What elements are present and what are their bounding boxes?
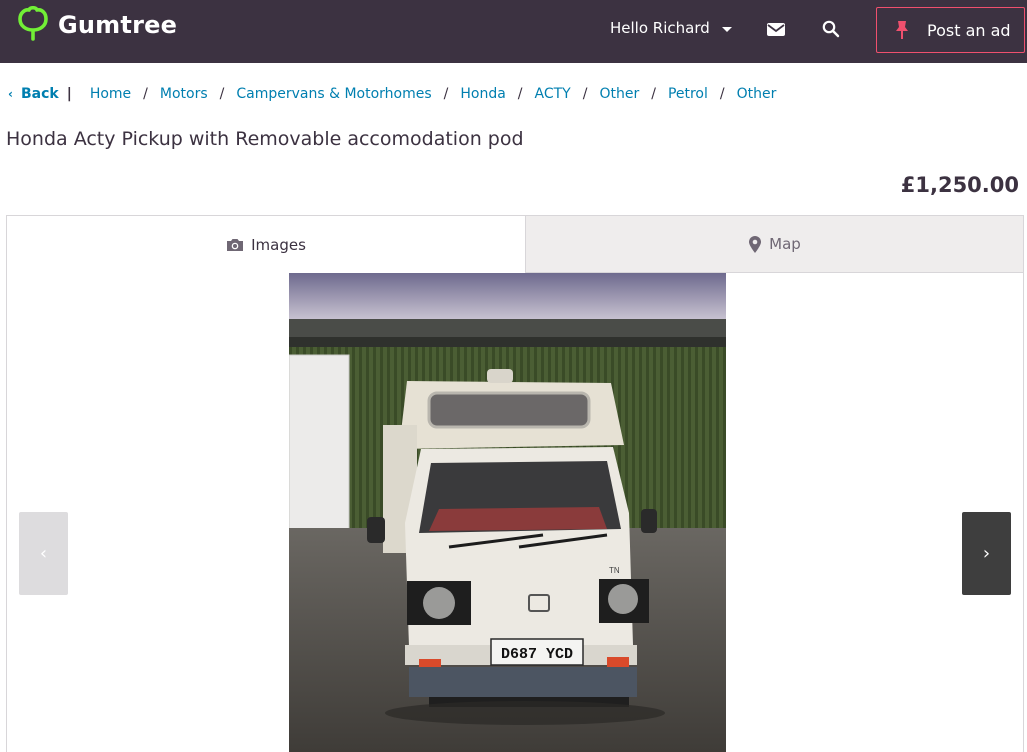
model-badge: TN [609,566,620,575]
breadcrumb-separator: / [719,86,725,102]
breadcrumb-separator: / [219,86,225,102]
chevron-right-icon: › [982,543,991,564]
camera-icon [227,239,244,251]
tab-images[interactable]: Images [6,215,526,274]
listing-title: Honda Acty Pickup with Removable accomod… [6,128,524,150]
breadcrumb-separator: / [651,86,656,102]
media-tabs: Images Map [6,215,1024,274]
listing-price: £1,250.00 [900,173,1019,197]
back-label: Back [20,86,59,102]
post-an-ad-button[interactable]: Post an ad [876,7,1025,53]
messages-icon[interactable] [766,20,786,42]
user-greeting: Hello Richard [610,19,710,37]
image-gallery: TN D687 YCD ‹ › [6,273,1024,752]
breadcrumb-item-petrol[interactable]: Petrol [668,86,708,102]
breadcrumb-item-honda[interactable]: Honda [460,86,505,102]
back-link[interactable]: ‹ Back [8,86,59,102]
tab-images-label: Images [251,236,306,254]
user-menu[interactable]: Hello Richard [610,19,732,37]
map-pin-icon [749,235,762,253]
next-image-button[interactable]: › [962,512,1011,595]
gumtree-logo[interactable]: Gumtree [16,6,177,44]
chevron-left-icon: ‹ [39,543,48,564]
breadcrumb-separator: / [143,86,148,102]
logo-text: Gumtree [58,11,178,39]
top-header: Gumtree Hello Richard Post an ad [0,0,1027,63]
breadcrumb-item-motors[interactable]: Motors [160,86,208,102]
breadcrumb: ‹ Back | Home / Motors / Campervans & Mo… [8,86,776,102]
breadcrumb-item-campervans[interactable]: Campervans & Motorhomes [236,86,431,102]
breadcrumb-item-other-2[interactable]: Other [737,86,777,102]
breadcrumb-item-acty[interactable]: ACTY [535,86,571,102]
tab-map-label: Map [769,235,801,253]
tree-logo-icon [18,6,48,41]
chevron-down-icon [721,26,732,32]
pin-icon [896,21,908,39]
breadcrumb-item-home[interactable]: Home [90,86,131,102]
breadcrumb-separator: / [582,86,588,102]
breadcrumb-separator: / [443,86,449,102]
post-an-ad-label: Post an ad [927,20,1011,40]
breadcrumb-separator: / [517,86,523,102]
number-plate: D687 YCD [501,646,573,663]
breadcrumb-item-other[interactable]: Other [599,86,639,102]
previous-image-button[interactable]: ‹ [19,512,68,595]
listing-photo[interactable]: TN D687 YCD [289,273,726,752]
search-icon[interactable] [822,20,840,42]
tab-map[interactable]: Map [526,215,1024,273]
chevron-left-icon: ‹ [8,87,13,101]
breadcrumb-divider: | [66,86,72,102]
